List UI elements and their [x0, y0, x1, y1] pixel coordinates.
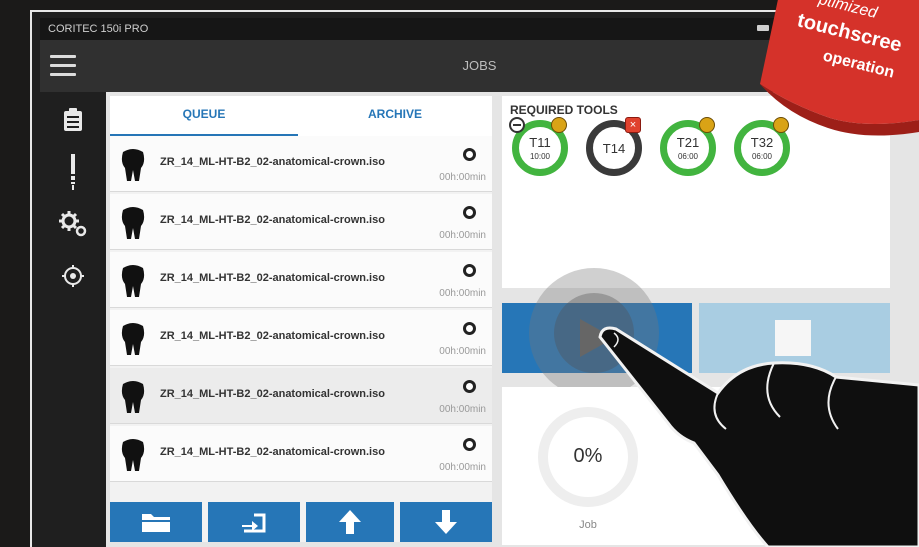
job-status-icon: [463, 148, 476, 161]
pointing-hand-illustration: [598, 326, 919, 547]
tool-time: 10:00: [529, 152, 551, 161]
tool-time: 06:00: [751, 152, 773, 161]
sidebar: [40, 92, 106, 547]
tool-time: 06:00: [677, 152, 699, 161]
tooth-icon: [121, 323, 145, 355]
menu-icon[interactable]: [50, 55, 76, 77]
job-filename: ZR_14_ML-HT-B2_02-anatomical-crown.iso: [160, 272, 385, 284]
job-row[interactable]: ZR_14_ML-HT-B2_02-anatomical-crown.iso 0…: [110, 426, 492, 482]
job-filename: ZR_14_ML-HT-B2_02-anatomical-crown.iso: [160, 156, 385, 168]
tool-lock-icon: [551, 117, 567, 133]
tooth-icon: [121, 265, 145, 297]
folder-icon: [142, 514, 170, 532]
tool-t14[interactable]: × T14: [586, 117, 642, 176]
target-icon: [62, 265, 84, 287]
move-up-button[interactable]: [306, 502, 394, 542]
import-icon: [242, 513, 266, 533]
gear-icon: [59, 211, 87, 237]
job-row[interactable]: ZR_14_ML-HT-B2_02-anatomical-crown.iso 0…: [110, 136, 492, 192]
tooth-icon: [121, 381, 145, 413]
job-duration: 00h:00min: [439, 230, 486, 241]
open-folder-button[interactable]: [110, 502, 202, 542]
tab-archive[interactable]: ARCHIVE: [298, 96, 492, 136]
tool-t11[interactable]: T11 10:00: [509, 117, 568, 176]
arrow-up-icon: [339, 510, 361, 534]
move-down-button[interactable]: [400, 502, 492, 542]
page-title: JOBS: [462, 58, 497, 73]
job-row[interactable]: ZR_14_ML-HT-B2_02-anatomical-crown.iso 0…: [110, 252, 492, 308]
job-status-icon: [463, 322, 476, 335]
tool-t21[interactable]: T21 06:00: [660, 117, 716, 176]
tool-name: T11: [529, 135, 551, 150]
device-name: CORITEC 150i PRO: [48, 23, 149, 35]
job-row[interactable]: ZR_14_ML-HT-B2_02-anatomical-crown.iso 0…: [110, 194, 492, 250]
job-filename: ZR_14_ML-HT-B2_02-anatomical-crown.iso: [160, 446, 385, 458]
tool-name: T14: [602, 141, 626, 156]
clipboard-icon: [64, 108, 82, 131]
import-button[interactable]: [208, 502, 300, 542]
sidebar-item-tools[interactable]: [40, 148, 106, 196]
job-status-icon: [463, 264, 476, 277]
job-status-icon: [463, 206, 476, 219]
queue-actions: [110, 502, 492, 542]
tooth-icon: [121, 439, 145, 471]
milling-tool-icon: [71, 154, 75, 190]
sidebar-item-settings[interactable]: [40, 200, 106, 248]
arrow-down-icon: [435, 510, 457, 534]
job-status-icon: [463, 380, 476, 393]
job-filename: ZR_14_ML-HT-B2_02-anatomical-crown.iso: [160, 388, 385, 400]
tool-lock-icon: [699, 117, 715, 133]
sidebar-item-jobs[interactable]: [40, 96, 106, 144]
job-filename: ZR_14_ML-HT-B2_02-anatomical-crown.iso: [160, 330, 385, 342]
tools-title: REQUIRED TOOLS: [510, 103, 618, 117]
job-duration: 00h:00min: [439, 404, 486, 415]
job-row[interactable]: ZR_14_ML-HT-B2_02-anatomical-crown.iso 0…: [110, 368, 492, 424]
job-duration: 00h:00min: [439, 462, 486, 473]
job-duration: 00h:00min: [439, 346, 486, 357]
job-duration: 00h:00min: [439, 288, 486, 299]
job-filename: ZR_14_ML-HT-B2_02-anatomical-crown.iso: [160, 214, 385, 226]
tab-queue[interactable]: QUEUE: [110, 96, 298, 136]
job-row[interactable]: ZR_14_ML-HT-B2_02-anatomical-crown.iso 0…: [110, 310, 492, 366]
error-icon: ×: [625, 117, 641, 133]
tooth-icon: [121, 149, 145, 181]
minus-icon: [509, 117, 525, 133]
job-status-icon: [463, 438, 476, 451]
job-queue-panel: QUEUE ARCHIVE ZR_14_ML-HT-B2_02-anatomic…: [110, 96, 492, 542]
job-duration: 00h:00min: [439, 172, 486, 183]
queue-tabs: QUEUE ARCHIVE: [110, 96, 492, 136]
sidebar-item-calibration[interactable]: [40, 252, 106, 300]
tooth-icon: [121, 207, 145, 239]
tool-name: T21: [676, 135, 700, 150]
